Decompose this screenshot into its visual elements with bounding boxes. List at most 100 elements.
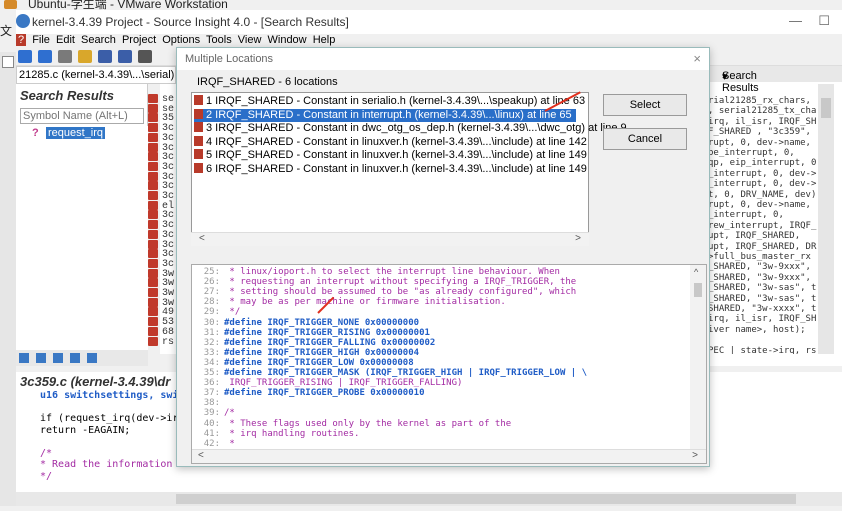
scroll-up-icon[interactable]: ^ bbox=[694, 267, 698, 277]
scroll-right-icon[interactable]: > bbox=[692, 450, 698, 461]
dialog-close-button[interactable]: × bbox=[693, 51, 701, 66]
scroll-thumb[interactable] bbox=[821, 98, 831, 118]
result-marker-icon[interactable] bbox=[148, 94, 158, 103]
result-marker-icon[interactable] bbox=[148, 132, 158, 142]
preview-hscrollbar[interactable]: < > bbox=[192, 449, 706, 463]
list-view-icon[interactable] bbox=[36, 353, 47, 363]
back-icon[interactable] bbox=[18, 50, 32, 63]
preview-vscrollbar[interactable]: ^ bbox=[690, 265, 706, 449]
right-scrollbar[interactable] bbox=[818, 84, 834, 354]
preview-code[interactable]: 25: * linux/ioport.h to select the inter… bbox=[192, 265, 688, 449]
project-file-tab[interactable]: 21285.c (kernel-3.4.39\...\serial) bbox=[16, 66, 176, 84]
line-number: 31: bbox=[203, 327, 220, 338]
result-marker-icon[interactable] bbox=[148, 161, 158, 171]
result-marker-icon[interactable] bbox=[148, 249, 158, 259]
line-number: 39: bbox=[203, 408, 220, 419]
scroll-left-icon[interactable]: < bbox=[199, 233, 205, 244]
code-line: _interrupt, 0, bbox=[708, 210, 784, 221]
location-item[interactable]: 3 IRQF_SHARED - Constant in dwc_otg_os_d… bbox=[194, 122, 627, 135]
line-number: 36: bbox=[203, 378, 220, 389]
result-marker-icon[interactable] bbox=[148, 181, 158, 191]
result-marker-icon[interactable] bbox=[148, 113, 158, 123]
open-folder-icon[interactable] bbox=[78, 50, 93, 63]
result-marker-icon[interactable] bbox=[148, 258, 158, 268]
dialog-titlebar: Multiple Locations × bbox=[177, 48, 709, 70]
new-file-icon[interactable] bbox=[58, 50, 73, 63]
preview-line: 33: #define IRQF_TRIGGER_HIGH 0x00000004 bbox=[196, 348, 419, 358]
save-icon[interactable] bbox=[98, 50, 113, 63]
scroll-left-icon[interactable]: < bbox=[198, 450, 204, 461]
result-marker-icon[interactable] bbox=[148, 171, 158, 181]
location-label: 5 IRQF_SHARED - Constant in linuxver.h (… bbox=[206, 149, 587, 161]
result-marker-icon[interactable] bbox=[148, 268, 158, 278]
menu-view[interactable]: View bbox=[238, 34, 262, 46]
result-marker-icon[interactable] bbox=[148, 317, 158, 327]
result-marker-icon[interactable] bbox=[148, 336, 158, 346]
location-item[interactable]: 5 IRQF_SHARED - Constant in linuxver.h (… bbox=[194, 149, 587, 162]
menu-tools[interactable]: Tools bbox=[206, 34, 232, 46]
tab-menu-icon[interactable]: ▾ bbox=[722, 70, 728, 83]
result-marker-icon[interactable] bbox=[148, 326, 158, 336]
result-marker-icon[interactable] bbox=[148, 210, 158, 220]
result-marker-icon[interactable] bbox=[148, 152, 158, 162]
result-marker-icon[interactable] bbox=[148, 288, 158, 297]
scroll-thumb[interactable] bbox=[176, 494, 796, 504]
settings-gear-icon[interactable] bbox=[87, 353, 98, 363]
code-line: be_interrupt, 0, bbox=[708, 148, 795, 158]
definition-preview: 25: * linux/ioport.h to select the inter… bbox=[191, 264, 707, 464]
location-item[interactable]: 2 IRQF_SHARED - Constant in interrupt.h … bbox=[194, 108, 576, 122]
print-icon[interactable] bbox=[138, 50, 153, 63]
menu-edit[interactable]: Edit bbox=[56, 34, 75, 46]
menu-window[interactable]: Window bbox=[268, 34, 307, 46]
sort-az-icon[interactable] bbox=[19, 353, 29, 363]
result-code[interactable]: rs bbox=[162, 337, 174, 348]
code-line: >full_bus_master_rx bbox=[708, 252, 811, 262]
result-marker-icon[interactable] bbox=[148, 307, 158, 317]
cancel-button[interactable]: Cancel bbox=[603, 128, 687, 150]
code-line: t, 0, DRV_NAME, dev) bbox=[708, 189, 817, 200]
result-marker-icon[interactable] bbox=[148, 123, 158, 133]
result-marker-icon[interactable] bbox=[148, 200, 158, 210]
result-marker-icon[interactable] bbox=[148, 142, 158, 152]
result-marker-icon[interactable] bbox=[148, 103, 158, 113]
menu-options[interactable]: Options bbox=[162, 34, 200, 46]
home-icon[interactable] bbox=[2, 56, 14, 68]
scroll-thumb[interactable] bbox=[694, 283, 702, 297]
locations-hscrollbar[interactable]: < > bbox=[191, 232, 589, 246]
result-marker-icon[interactable] bbox=[148, 191, 158, 200]
result-marker-icon[interactable] bbox=[148, 220, 158, 230]
preview-line: 30: #define IRQF_TRIGGER_NONE 0x00000000 bbox=[196, 318, 419, 328]
result-marker-icon[interactable] bbox=[148, 239, 158, 249]
save-all-icon[interactable] bbox=[118, 50, 133, 63]
result-marker-icon[interactable] bbox=[148, 229, 158, 239]
maximize-button[interactable]: ☐ bbox=[818, 13, 830, 29]
scroll-right-icon[interactable]: > bbox=[575, 233, 581, 244]
location-item[interactable]: 4 IRQF_SHARED - Constant in linuxver.h (… bbox=[194, 135, 587, 149]
forward-icon[interactable] bbox=[38, 50, 53, 63]
menu-search[interactable]: Search bbox=[81, 34, 116, 46]
filter-icon[interactable] bbox=[53, 353, 64, 363]
select-button[interactable]: Select bbox=[603, 94, 687, 116]
editor-horizontal-scrollbar[interactable] bbox=[16, 492, 842, 506]
code-line: _interrupt, 0, dev-> bbox=[708, 179, 817, 190]
list-item[interactable]: ? request_irq bbox=[20, 126, 148, 140]
editor-line: return -EAGAIN; bbox=[40, 424, 131, 436]
minimize-button[interactable]: — bbox=[789, 13, 802, 28]
location-item[interactable]: 6 IRQF_SHARED - Constant in linuxver.h (… bbox=[194, 162, 587, 176]
menu-project[interactable]: Project bbox=[122, 34, 156, 46]
result-marker-icon[interactable] bbox=[148, 297, 158, 307]
code-line: _SHARED, "3w-9xxx", bbox=[708, 262, 811, 273]
book-icon[interactable] bbox=[70, 353, 81, 363]
locations-list[interactable]: 1 IRQF_SHARED - Constant in serialio.h (… bbox=[191, 92, 627, 246]
code-line: _SHARED, "3w-sas", t bbox=[708, 293, 817, 304]
menu-help[interactable]: Help bbox=[313, 34, 336, 46]
preview-line: 40: * These flags used only by the kerne… bbox=[196, 419, 511, 429]
result-marker-icon[interactable] bbox=[148, 278, 158, 288]
preview-line: 28: * may be as per machine or firmware … bbox=[196, 297, 506, 307]
preview-line: 32: #define IRQF_TRIGGER_FALLING 0x000000… bbox=[196, 338, 436, 348]
symbol-name-input[interactable] bbox=[20, 108, 144, 124]
line-text: #define IRQF_TRIGGER_MASK (IRQF_TRIGGER_… bbox=[224, 368, 588, 378]
location-item[interactable]: 1 IRQF_SHARED - Constant in serialio.h (… bbox=[194, 95, 585, 108]
editor-file-title: 3c359.c (kernel-3.4.39\dr bbox=[20, 374, 171, 389]
menu-file[interactable]: File bbox=[32, 34, 50, 46]
